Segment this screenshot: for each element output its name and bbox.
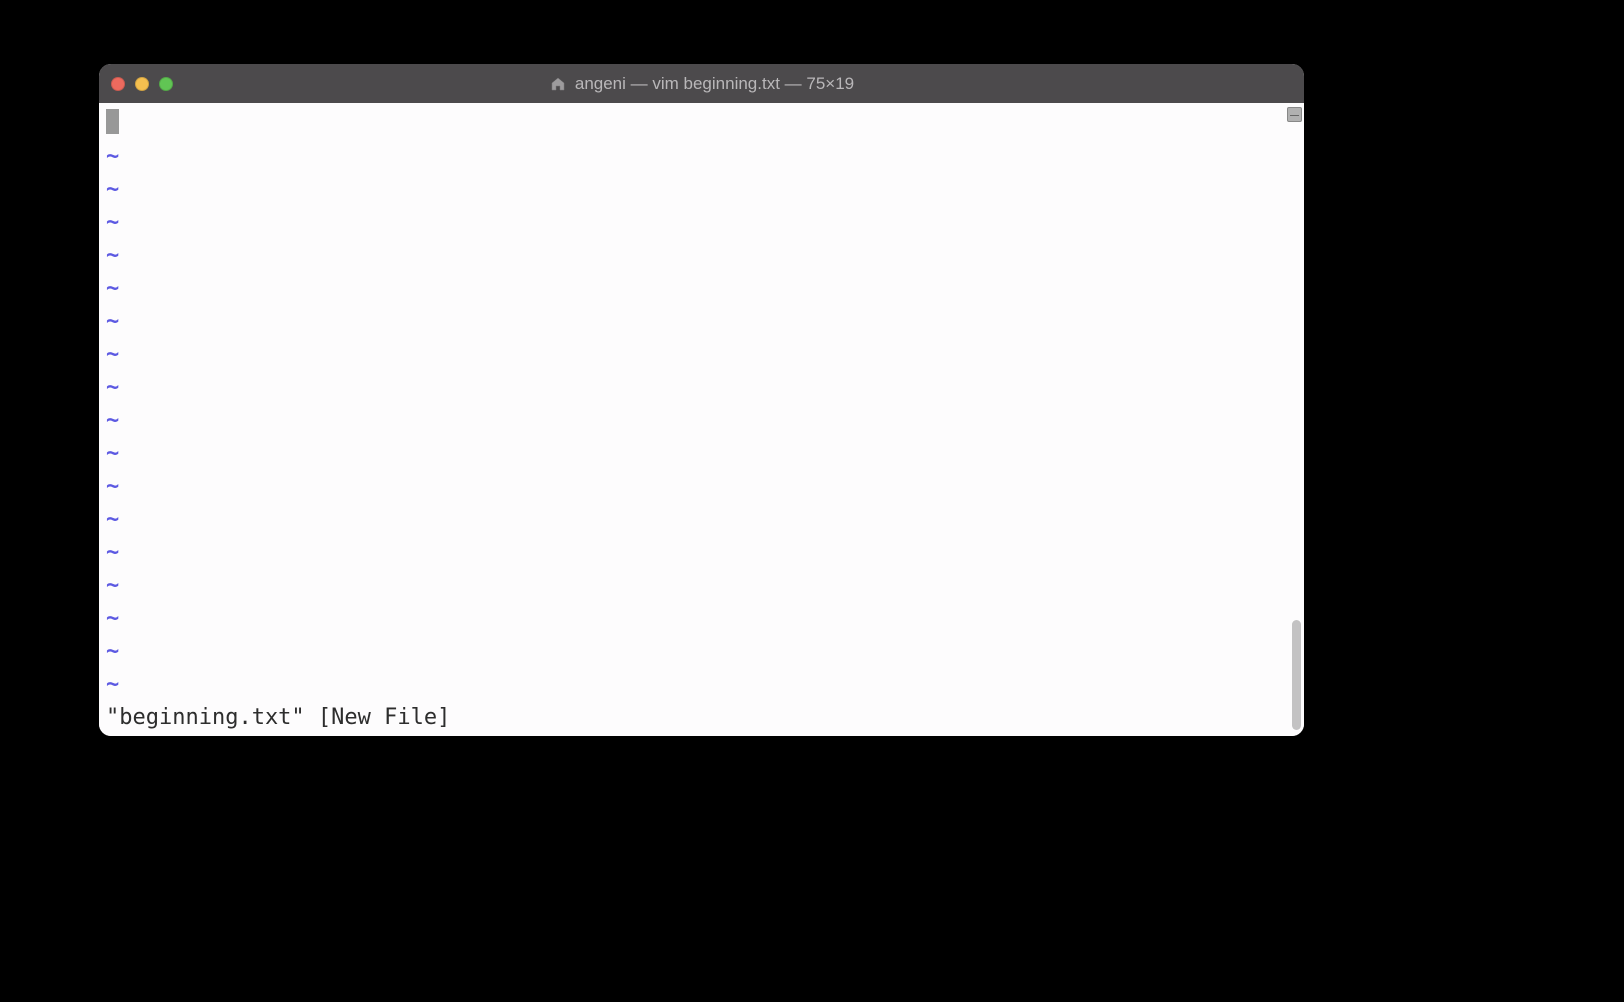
status-line: "beginning.txt" [New File] [106,701,1286,734]
scrollbar-track[interactable] [1286,103,1304,736]
empty-line-tilde: ~ [106,602,1286,635]
empty-line-tilde: ~ [106,569,1286,602]
empty-line-tilde: ~ [106,668,1286,701]
empty-line-tilde: ~ [106,305,1286,338]
empty-line-tilde: ~ [106,503,1286,536]
cursor [106,109,119,134]
empty-line-tilde: ~ [106,206,1286,239]
empty-line-tilde: ~ [106,635,1286,668]
cursor-line [106,107,1286,140]
empty-line-tilde: ~ [106,470,1286,503]
empty-line-tilde: ~ [106,272,1286,305]
terminal-window: angeni — vim beginning.txt — 75×19 ~~~~~… [99,64,1304,736]
empty-line-tilde: ~ [106,239,1286,272]
scrollbar-thumb[interactable] [1292,620,1301,730]
empty-line-tilde: ~ [106,536,1286,569]
empty-line-tilde: ~ [106,437,1286,470]
minimize-button[interactable] [135,77,149,91]
empty-line-tilde: ~ [106,371,1286,404]
home-icon [549,75,567,93]
zoom-button[interactable] [159,77,173,91]
empty-line-tilde: ~ [106,338,1286,371]
terminal-body[interactable]: ~~~~~~~~~~~~~~~~~ "beginning.txt" [New F… [99,103,1304,736]
window-title: angeni — vim beginning.txt — 75×19 [575,74,854,94]
traffic-lights [111,77,173,91]
close-button[interactable] [111,77,125,91]
titlebar[interactable]: angeni — vim beginning.txt — 75×19 [99,64,1304,103]
empty-line-tilde: ~ [106,404,1286,437]
editor-content[interactable]: ~~~~~~~~~~~~~~~~~ "beginning.txt" [New F… [99,103,1286,736]
title-container: angeni — vim beginning.txt — 75×19 [99,74,1304,94]
empty-line-tilde: ~ [106,140,1286,173]
empty-line-tilde: ~ [106,173,1286,206]
tab-indicator-icon[interactable] [1287,107,1302,122]
